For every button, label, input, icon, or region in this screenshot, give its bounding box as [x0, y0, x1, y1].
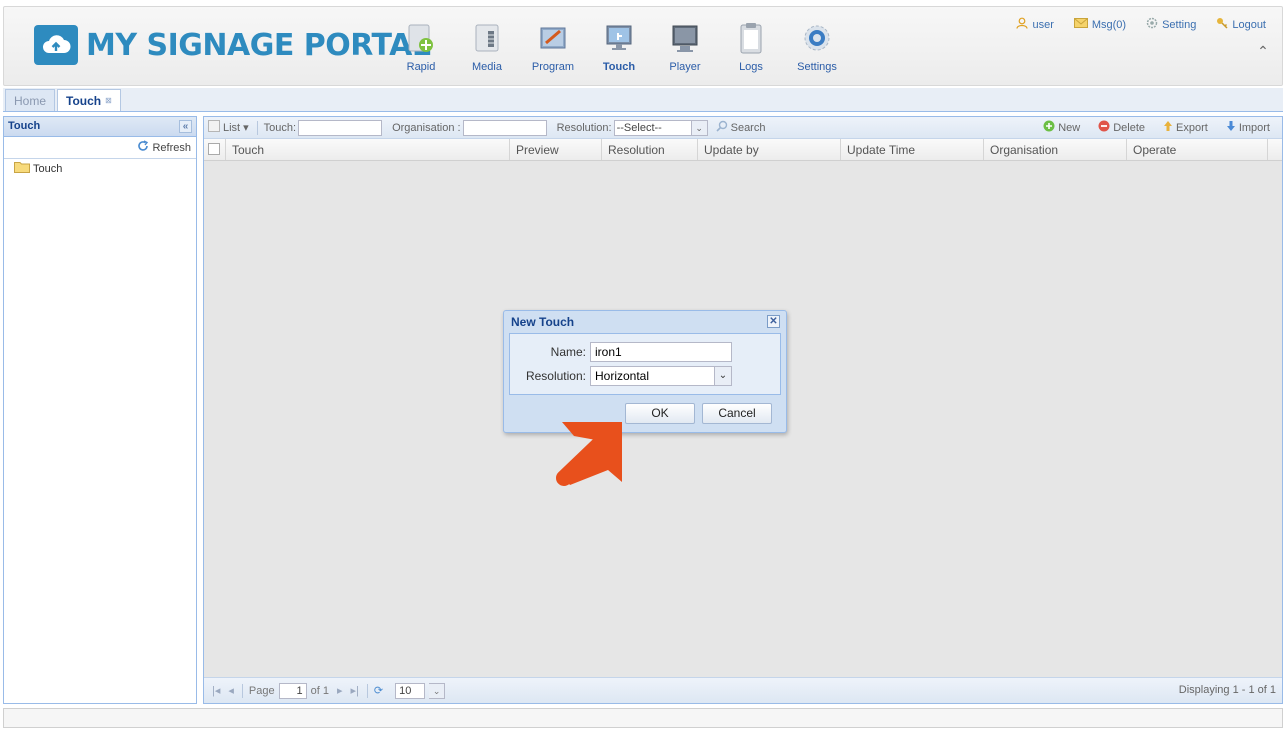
select-all-checkbox[interactable] — [204, 139, 226, 160]
import-icon — [1226, 120, 1236, 135]
list-button[interactable]: List ▾ — [208, 120, 249, 135]
logo: MY SIGNAGE PORTAL — [34, 23, 431, 67]
nav-touch[interactable]: Touch — [586, 19, 652, 73]
user-link[interactable]: user — [1016, 17, 1054, 32]
display-info: Displaying 1 - 1 of 1 — [1178, 684, 1276, 696]
chevron-down-icon[interactable]: ⌄ — [429, 682, 446, 699]
messages-link[interactable]: Msg(0) — [1073, 17, 1126, 32]
name-row: Name: iron1 — [510, 342, 732, 362]
column-header-touch[interactable]: Touch — [226, 139, 510, 160]
touch-icon — [602, 19, 636, 57]
name-input[interactable]: iron1 — [590, 342, 732, 362]
column-header-update-by[interactable]: Update by — [698, 139, 841, 160]
tab-touch[interactable]: Touch ⊠ — [57, 89, 121, 111]
close-icon[interactable]: ✕ — [767, 315, 780, 328]
ok-button[interactable]: OK — [625, 403, 695, 424]
chevron-down-icon[interactable]: ⌄ — [691, 119, 708, 136]
organisation-filter-label: Organisation : — [392, 121, 461, 134]
column-header-operate[interactable]: Operate — [1127, 139, 1268, 160]
nav-rapid[interactable]: Rapid — [388, 19, 454, 73]
nav-settings[interactable]: Settings — [784, 19, 850, 73]
export-icon — [1163, 120, 1173, 135]
paging-toolbar: |◂ ◂ Page 1 of 1 ▸ ▸| ⟳ 10 ⌄ Displaying … — [204, 677, 1282, 703]
nav-logs[interactable]: Logs — [718, 19, 784, 73]
left-panel: Touch « Refresh Touch — [3, 116, 197, 704]
rapid-icon — [404, 19, 438, 57]
column-header-preview[interactable]: Preview — [510, 139, 602, 160]
collapse-header-button[interactable]: ⌃ — [1254, 43, 1272, 61]
search-button[interactable]: Search — [716, 120, 765, 135]
chevron-down-icon[interactable]: ⌄ — [715, 366, 732, 386]
nav-player[interactable]: Player — [652, 19, 718, 73]
grid-toolbar: List ▾ Touch: Organisation : Resolution:… — [204, 117, 1282, 139]
envelope-icon — [1073, 18, 1088, 31]
separator — [241, 683, 243, 698]
nav-media[interactable]: Media — [454, 19, 520, 73]
delete-icon — [1098, 120, 1110, 135]
grid-header: Touch Preview Resolution Update by Updat… — [204, 139, 1282, 161]
first-page-icon[interactable]: |◂ — [212, 684, 220, 697]
key-icon — [1216, 17, 1228, 32]
organisation-filter-input[interactable] — [462, 119, 547, 136]
resolution-row: Resolution: Horizontal ⌄ — [510, 366, 732, 386]
refresh-icon — [137, 140, 149, 155]
annotation-arrow-icon — [552, 412, 632, 495]
column-header-update-time[interactable]: Update Time — [841, 139, 984, 160]
resolution-filter-select[interactable]: --Select-- — [613, 119, 692, 136]
add-icon — [1043, 120, 1055, 135]
refresh-icon[interactable]: ⟳ — [374, 684, 383, 697]
user-icon — [1016, 17, 1029, 32]
logout-link[interactable]: Logout — [1216, 17, 1266, 32]
column-header-resolution[interactable]: Resolution — [602, 139, 698, 160]
gear-icon — [1146, 17, 1158, 32]
collapse-left-icon[interactable]: « — [179, 120, 192, 133]
resolution-select[interactable]: Horizontal — [590, 366, 715, 386]
folder-icon — [14, 161, 30, 176]
last-page-icon[interactable]: ▸| — [351, 684, 359, 697]
dialog-form: Name: iron1 Resolution: Horizontal ⌄ — [509, 333, 781, 395]
next-page-icon[interactable]: ▸ — [337, 684, 343, 697]
column-header-organisation[interactable]: Organisation — [984, 139, 1127, 160]
main-nav: Rapid Media Program Touch Player Logs Se… — [388, 19, 850, 73]
import-button[interactable]: Import — [1226, 120, 1270, 135]
dialog-title: New Touch ✕ — [504, 311, 786, 333]
separator — [256, 120, 258, 135]
touch-filter-input[interactable] — [298, 119, 383, 136]
app-window: MY SIGNAGE PORTAL Rapid Media Program To… — [0, 0, 1285, 729]
logs-icon — [734, 19, 768, 57]
new-touch-dialog: New Touch ✕ Name: iron1 Resolution: Hori… — [503, 310, 787, 433]
list-icon — [208, 120, 220, 135]
nav-program[interactable]: Program — [520, 19, 586, 73]
tree-item-touch[interactable]: Touch — [4, 159, 196, 178]
search-icon — [716, 120, 728, 135]
dropdown-arrow-icon: ▾ — [243, 122, 249, 134]
separator — [366, 683, 368, 698]
top-links: user Msg(0) Setting Logout — [1016, 17, 1266, 32]
prev-page-icon[interactable]: ◂ — [228, 684, 234, 697]
tab-bar: Home Touch ⊠ — [3, 88, 1283, 112]
settings-icon — [800, 19, 834, 57]
tab-home[interactable]: Home — [5, 89, 56, 111]
logo-text: MY SIGNAGE PORTAL — [86, 27, 431, 63]
touch-filter-label: Touch: — [263, 121, 297, 134]
setting-link[interactable]: Setting — [1146, 17, 1196, 32]
page-number-input[interactable]: 1 — [278, 682, 307, 699]
top-header: MY SIGNAGE PORTAL Rapid Media Program To… — [3, 6, 1283, 86]
export-button[interactable]: Export — [1163, 120, 1208, 135]
delete-button[interactable]: Delete — [1098, 120, 1145, 135]
media-icon — [470, 19, 504, 57]
resolution-filter-label: Resolution: — [556, 121, 612, 134]
cloud-upload-icon — [34, 25, 78, 65]
left-panel-header: Touch « — [4, 117, 196, 137]
page-size-select[interactable]: 10 — [395, 682, 426, 699]
close-icon[interactable]: ⊠ — [105, 96, 112, 105]
new-button[interactable]: New — [1043, 120, 1080, 135]
refresh-button[interactable]: Refresh — [4, 137, 196, 159]
toolbar-actions: New Delete Export Import — [1043, 120, 1278, 135]
player-icon — [668, 19, 702, 57]
status-bar — [3, 708, 1283, 728]
cancel-button[interactable]: Cancel — [702, 403, 772, 424]
program-icon — [536, 19, 570, 57]
